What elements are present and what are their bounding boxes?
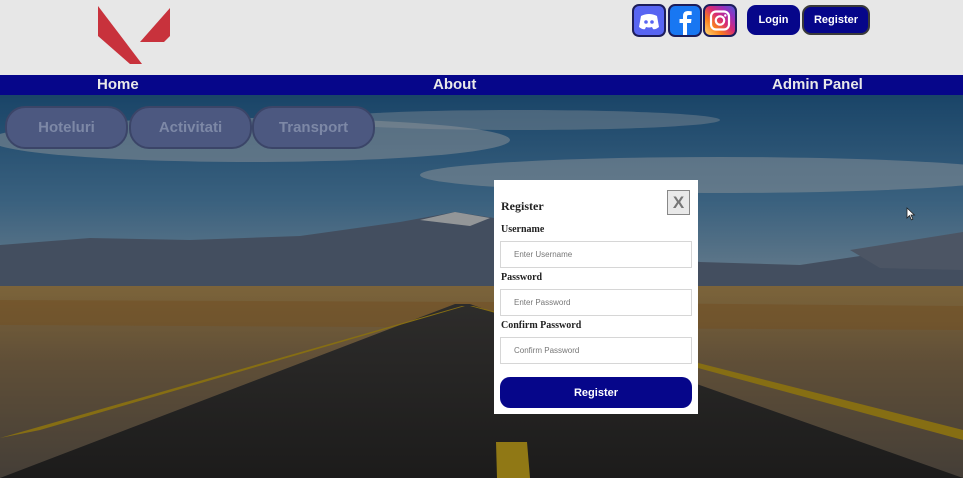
- category-activitati-button[interactable]: Activitati: [129, 106, 252, 149]
- submit-register-button[interactable]: Register: [500, 377, 692, 408]
- register-modal: Register X Username Password Confirm Pas…: [494, 180, 698, 414]
- password-label: Password: [501, 272, 543, 283]
- login-button[interactable]: Login: [747, 5, 800, 35]
- close-button[interactable]: X: [667, 190, 690, 215]
- register-button[interactable]: Register: [802, 5, 870, 35]
- password-input[interactable]: [500, 289, 692, 316]
- nav-about-link[interactable]: About: [433, 75, 476, 95]
- discord-icon[interactable]: [632, 4, 666, 37]
- mouse-cursor-icon: [906, 207, 916, 221]
- category-hoteluri-button[interactable]: Hoteluri: [5, 106, 128, 149]
- confirm-password-input[interactable]: [500, 337, 692, 364]
- username-label: Username: [501, 224, 545, 235]
- main-navbar: Home About Admin Panel: [0, 75, 963, 95]
- category-transport-button[interactable]: Transport: [252, 106, 375, 149]
- confirm-password-label: Confirm Password: [501, 320, 582, 331]
- username-input[interactable]: [500, 241, 692, 268]
- red-v-logo[interactable]: [96, 4, 172, 64]
- nav-home-link[interactable]: Home: [97, 75, 139, 95]
- facebook-icon[interactable]: [668, 4, 702, 37]
- modal-title: Register: [501, 199, 544, 213]
- nav-admin-panel-link[interactable]: Admin Panel: [772, 75, 863, 95]
- instagram-icon[interactable]: [703, 4, 737, 37]
- site-header: Login Register: [0, 0, 963, 75]
